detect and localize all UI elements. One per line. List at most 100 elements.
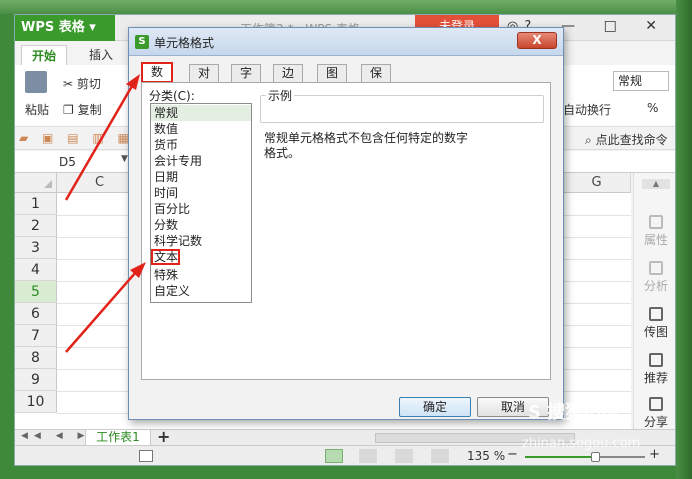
search-icon: ⌕	[585, 133, 592, 147]
tab-alignment[interactable]: 对齐	[189, 64, 220, 97]
sidebar-item-properties[interactable]: 属性	[634, 215, 675, 248]
category-item[interactable]: 科学记数	[151, 233, 251, 249]
desktop-background-top	[0, 0, 692, 14]
tab-number[interactable]: 数字	[141, 62, 174, 96]
select-all-corner[interactable]	[15, 173, 57, 193]
sidebar-item-label: 属性	[643, 233, 668, 247]
analysis-icon	[649, 261, 663, 275]
zoom-out-button[interactable]: −	[507, 447, 518, 462]
desktop-background-right	[676, 0, 692, 479]
row-header[interactable]: 6	[15, 303, 57, 325]
paste-icon[interactable]	[25, 71, 47, 93]
task-pane-sidebar: ▲ 属性 分析 传图 推荐 分享	[633, 173, 675, 430]
category-item[interactable]: 货币	[151, 137, 251, 153]
dialog-title: 单元格格式	[154, 36, 215, 50]
sheet-tab[interactable]: 工作表1	[85, 430, 151, 446]
row-header[interactable]: 3	[15, 237, 57, 259]
sogou-watermark-url: zhinan.sogou.com	[522, 436, 641, 451]
column-header-g[interactable]: G	[563, 173, 631, 193]
page-layout-view-button[interactable]	[359, 449, 377, 463]
row-header[interactable]: 2	[15, 215, 57, 237]
chevron-down-icon: ▾	[89, 20, 96, 35]
paste-button[interactable]: 粘贴	[25, 101, 49, 118]
ok-button[interactable]: 确定	[399, 397, 471, 417]
sample-label: 示例	[266, 87, 295, 104]
zoom-in-button[interactable]: +	[649, 447, 660, 462]
row-header[interactable]: 4	[15, 259, 57, 281]
wps-logo-text: WPS 表格	[21, 20, 85, 35]
macro-icon[interactable]	[139, 450, 153, 462]
row-header[interactable]: 1	[15, 193, 57, 215]
format-cells-dialog: S 单元格格式 X 对齐 字体 边框 图案 保护 数字 分类(C): 常规 数值…	[128, 27, 564, 420]
number-format-select[interactable]: 常规	[613, 71, 669, 91]
row-header[interactable]: 10	[15, 391, 57, 413]
format-description: 常规单元格格式不包含任何特定的数字 格式。	[264, 131, 484, 161]
category-item[interactable]: 自定义	[151, 283, 251, 299]
sidebar-item-upload-image[interactable]: 传图	[634, 307, 675, 340]
sidebar-item-label: 分享	[643, 415, 668, 429]
tab-insert[interactable]: 插入	[79, 45, 123, 65]
dialog-title-bar: S 单元格格式 X	[129, 28, 563, 56]
sidebar-item-recommend[interactable]: 推荐	[634, 353, 675, 386]
zoom-slider-handle[interactable]	[590, 452, 600, 462]
category-label: 分类(C):	[149, 89, 195, 103]
tab-home[interactable]: 开始	[21, 45, 68, 65]
name-box[interactable]: D5	[53, 153, 125, 171]
sidebar-item-label: 分析	[643, 279, 668, 293]
sidebar-item-analysis[interactable]: 分析	[634, 261, 675, 294]
tab-protection[interactable]: 保护	[361, 64, 392, 97]
command-search[interactable]: ⌕ 点此查找命令	[585, 131, 668, 148]
wps-logo-icon: S	[135, 35, 149, 49]
category-item[interactable]: 会计专用	[151, 153, 251, 169]
page-break-view-button[interactable]	[395, 449, 413, 463]
category-list[interactable]: 常规 数值 货币 会计专用 日期 时间 百分比 分数 科学记数 文本 特殊 自定…	[150, 103, 252, 303]
share-icon	[649, 397, 663, 411]
description-line: 格式。	[264, 146, 301, 160]
percent-button[interactable]: %	[647, 101, 658, 115]
app-menu-button[interactable]: WPS 表格 ▾	[15, 15, 115, 41]
wrap-text-button[interactable]: 自动换行	[563, 101, 611, 118]
category-item[interactable]: 百分比	[151, 201, 251, 217]
category-item[interactable]: 分数	[151, 217, 251, 233]
zoom-slider-fill	[525, 456, 595, 458]
sidebar-item-label: 传图	[643, 325, 668, 339]
category-item-selected[interactable]: 常规	[151, 105, 251, 121]
row-header[interactable]: 8	[15, 347, 57, 369]
sample-box	[260, 95, 544, 123]
scissors-icon: ✂	[63, 77, 74, 91]
window-controls[interactable]: — □ ✕	[561, 18, 669, 34]
sidebar-item-share[interactable]: 分享	[634, 397, 675, 430]
quick-access-icons[interactable]: ▰ ▣ ▤ ▥ ▦	[19, 131, 134, 145]
copy-icon: ❐	[63, 103, 74, 117]
reading-mode-button[interactable]	[431, 449, 449, 463]
image-icon	[649, 307, 663, 321]
category-item[interactable]: 特殊	[151, 267, 251, 283]
chevron-up-icon[interactable]: ▲	[642, 179, 670, 189]
row-header[interactable]: 9	[15, 369, 57, 391]
sogou-watermark-logo: S 搜狗指南	[528, 402, 620, 423]
add-sheet-button[interactable]: +	[157, 427, 170, 446]
tab-pattern[interactable]: 图案	[317, 64, 348, 97]
normal-view-button[interactable]	[325, 449, 343, 463]
cut-button[interactable]: ✂ 剪切	[63, 75, 101, 92]
copy-label: 复制	[77, 103, 102, 117]
row-header[interactable]: 7	[15, 325, 57, 347]
category-item[interactable]: 时间	[151, 185, 251, 201]
row-header-selected[interactable]: 5	[15, 281, 57, 303]
tab-border[interactable]: 边框	[273, 64, 304, 97]
category-item-text-highlighted[interactable]: 文本	[151, 249, 180, 265]
properties-icon	[649, 215, 663, 229]
copy-button[interactable]: ❐ 复制	[63, 101, 102, 118]
tab-font[interactable]: 字体	[231, 64, 262, 97]
command-search-label: 点此查找命令	[595, 133, 668, 147]
zoom-slider[interactable]	[525, 452, 645, 462]
dialog-body: 分类(C): 常规 数值 货币 会计专用 日期 时间 百分比 分数 科学记数 文…	[141, 82, 551, 380]
sidebar-item-label: 推荐	[643, 371, 668, 385]
category-item[interactable]: 日期	[151, 169, 251, 185]
zoom-level[interactable]: 135 %	[467, 449, 505, 463]
chevron-down-icon[interactable]: ▼	[121, 154, 128, 164]
dialog-close-button[interactable]: X	[517, 32, 557, 49]
category-item[interactable]: 数值	[151, 121, 251, 137]
recommend-icon	[649, 353, 663, 367]
cut-label: 剪切	[76, 77, 101, 91]
